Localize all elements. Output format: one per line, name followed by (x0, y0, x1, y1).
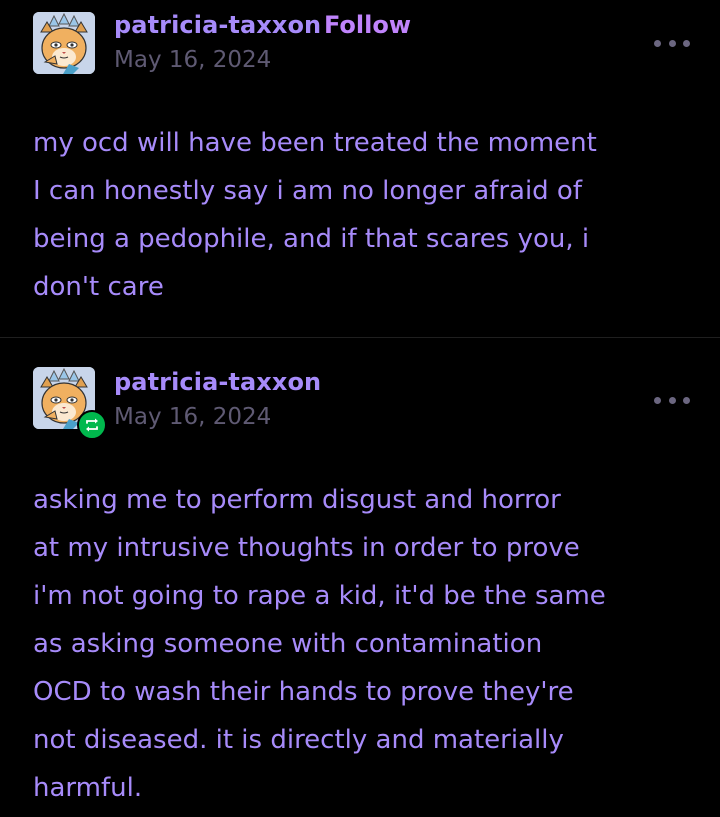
ellipsis-dot (683, 396, 690, 404)
more-options-button[interactable] (654, 396, 690, 404)
more-options-button[interactable] (654, 39, 690, 47)
reblog-icon (86, 418, 98, 432)
ellipsis-dot (683, 39, 690, 47)
post-body: my ocd will have been treated the moment… (33, 128, 597, 302)
user-avatar[interactable] (33, 12, 95, 74)
ellipsis-icon (654, 396, 661, 404)
cat-avatar-icon (33, 12, 95, 74)
post-date: May 16, 2024 (114, 47, 272, 73)
ellipsis-dot (668, 39, 676, 47)
post-username[interactable]: patricia-taxxon (114, 368, 321, 396)
post-date: May 16, 2024 (114, 404, 272, 430)
reblog-badge (77, 410, 107, 440)
ellipsis-icon (654, 39, 661, 47)
post-original: patricia-taxxon Follow May 16, 2024 my o… (0, 0, 720, 338)
ellipsis-dot (668, 396, 676, 404)
post-body: asking me to perform disgust and horror … (33, 485, 606, 803)
post-username[interactable]: patricia-taxxon (114, 11, 321, 39)
post-reblog: patricia-taxxon May 16, 2024 asking me t… (0, 338, 720, 817)
follow-button[interactable]: Follow (324, 11, 411, 39)
